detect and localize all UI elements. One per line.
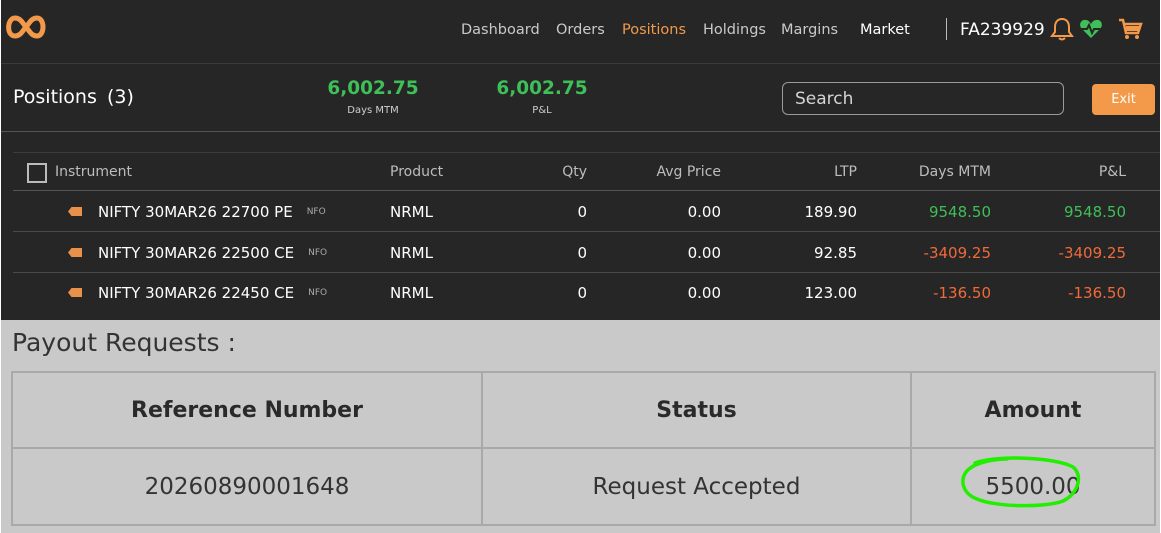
header-qty[interactable]: Qty — [513, 153, 587, 190]
bell-icon[interactable] — [1049, 16, 1075, 42]
header-days-mtm[interactable]: Days MTM — [871, 153, 991, 190]
nav-link-positions[interactable]: Positions — [622, 22, 686, 38]
exchange-badge: NFO — [308, 247, 328, 258]
header-ltp[interactable]: LTP — [757, 153, 857, 190]
amount-cell: 5500.00 — [910, 447, 1156, 526]
pnl-cell: -136.50 — [1068, 284, 1126, 302]
heart-pulse-icon[interactable] — [1078, 16, 1104, 42]
qty-cell: 0 — [577, 243, 587, 262]
instrument-name: NIFTY 30MAR26 22450 CE — [98, 284, 295, 302]
table-row[interactable]: NIFTY 30MAR26 22700 PE NFO NRML 0 0.00 1… — [13, 192, 1160, 232]
qty-cell: 0 — [577, 202, 587, 221]
select-all-checkbox[interactable] — [27, 163, 47, 183]
header-amount: Amount — [910, 371, 1156, 449]
positions-title-text: Positions — [13, 86, 97, 108]
days-mtm-metric: 6,002.75 Days MTM — [313, 78, 433, 116]
avg-price-cell: 0.00 — [687, 243, 721, 262]
pnl-cell: -3409.25 — [1058, 243, 1126, 262]
product-cell: NRML — [390, 202, 433, 221]
product-cell: NRML — [390, 243, 433, 262]
tag-icon — [68, 248, 82, 257]
payout-header-row: Reference Number Status Amount — [11, 371, 1156, 449]
tag-icon — [68, 207, 82, 216]
exchange-badge: NFO — [306, 206, 326, 217]
nav-separator — [946, 18, 947, 40]
instrument-name: NIFTY 30MAR26 22700 PE — [98, 202, 293, 221]
avg-price-cell: 0.00 — [687, 202, 721, 221]
qty-cell: 0 — [577, 284, 587, 302]
infinity-logo-icon[interactable] — [3, 12, 49, 42]
positions-table-header: Instrument Product Qty Avg Price LTP Day… — [13, 152, 1160, 191]
payout-title: Payout Requests : — [12, 328, 236, 357]
exchange-badge: NFO — [308, 288, 328, 298]
exit-button[interactable]: Exit — [1092, 84, 1155, 115]
payout-requests-panel: Payout Requests : Reference Number Statu… — [1, 320, 1160, 533]
header-product[interactable]: Product — [390, 153, 443, 190]
days-mtm-cell: -3409.25 — [923, 243, 991, 262]
nav-link-market[interactable]: Market — [860, 22, 910, 38]
amount-wrapper: 5500.00 — [961, 455, 1081, 507]
positions-app: Dashboard Orders Positions Holdings Marg… — [1, 0, 1160, 320]
days-mtm-label: Days MTM — [347, 105, 399, 116]
header-instrument[interactable]: Instrument — [55, 153, 132, 190]
highlight-circle-annotation — [961, 455, 1081, 507]
top-nav: Dashboard Orders Positions Holdings Marg… — [1, 0, 1160, 64]
nav-link-dashboard[interactable]: Dashboard — [461, 22, 540, 38]
user-id[interactable]: FA239929 — [960, 20, 1045, 40]
ltp-cell: 189.90 — [804, 202, 858, 221]
instrument-cell: NIFTY 30MAR26 22500 CE NFO — [98, 233, 327, 272]
positions-title: Positions (3) — [13, 86, 134, 108]
status-cell: Request Accepted — [481, 447, 912, 526]
avg-price-cell: 0.00 — [687, 284, 721, 302]
nav-link-orders[interactable]: Orders — [556, 22, 605, 38]
positions-count: (3) — [106, 86, 134, 108]
instrument-cell: NIFTY 30MAR26 22450 CE NFO — [98, 273, 327, 313]
nav-link-margins[interactable]: Margins — [781, 22, 838, 38]
pnl-value: 6,002.75 — [496, 78, 588, 99]
table-row[interactable]: NIFTY 30MAR26 22500 CE NFO NRML 0 0.00 9… — [13, 233, 1160, 273]
instrument-cell: NIFTY 30MAR26 22700 PE NFO — [98, 192, 326, 231]
reference-number-cell: 20260890001648 — [11, 447, 483, 526]
ltp-cell: 123.00 — [804, 284, 858, 302]
pnl-metric: 6,002.75 P&L — [482, 78, 602, 116]
header-reference-number: Reference Number — [11, 371, 483, 449]
ltp-cell: 92.85 — [814, 243, 857, 262]
divider — [1, 131, 1160, 132]
days-mtm-cell: 9548.50 — [928, 202, 991, 221]
days-mtm-cell: -136.50 — [933, 284, 991, 302]
search-input[interactable] — [782, 82, 1064, 115]
table-row[interactable]: NIFTY 30MAR26 22450 CE NFO NRML 0 0.00 1… — [13, 273, 1160, 313]
tag-icon — [68, 288, 82, 297]
header-status: Status — [481, 371, 912, 449]
header-pnl[interactable]: P&L — [1006, 153, 1126, 190]
header-avg-price[interactable]: Avg Price — [621, 153, 721, 190]
pnl-label: P&L — [532, 105, 552, 116]
product-cell: NRML — [390, 284, 433, 302]
payout-row: 20260890001648 Request Accepted 5500.00 — [11, 447, 1156, 526]
cart-icon[interactable] — [1117, 16, 1143, 42]
instrument-name: NIFTY 30MAR26 22500 CE — [98, 243, 295, 262]
pnl-cell: 9548.50 — [1063, 202, 1126, 221]
nav-link-holdings[interactable]: Holdings — [703, 22, 766, 38]
days-mtm-value: 6,002.75 — [327, 78, 419, 99]
payout-table: Reference Number Status Amount 202608900… — [11, 371, 1156, 526]
